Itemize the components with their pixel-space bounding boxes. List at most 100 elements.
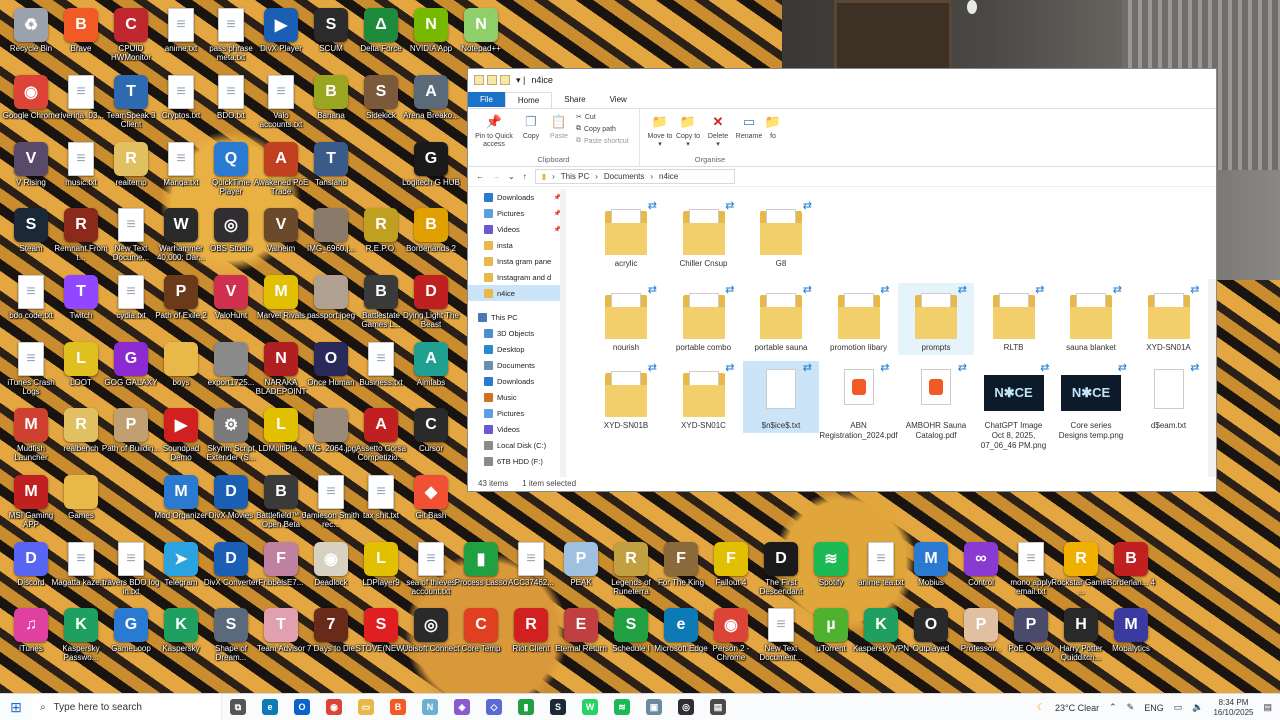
desktop-icon-realtemp[interactable]: Rrealtemp — [105, 142, 157, 206]
desktop-icon-valo-accounts-txt[interactable]: ≡ Valo accounts.txt — [255, 75, 307, 139]
paste-button[interactable]: 📋 Paste — [546, 113, 572, 141]
desktop-icon-ldmultipla[interactable]: L LDMultiPla... — [255, 408, 307, 472]
desktop-icon-games[interactable]: Games — [55, 475, 107, 539]
nav-item-6tb-hdd-f[interactable]: 6TB HDD (F:) — [468, 453, 565, 469]
desktop-icon-path-of-exile-2[interactable]: P Path of Exile 2 — [155, 275, 207, 339]
qat-dropdown-icon[interactable]: ▾ | — [516, 75, 525, 86]
file-item-xyd-sn01b[interactable]: ⇄ XYD-SN01B — [588, 361, 664, 433]
forward-arrow-icon[interactable]: → — [492, 172, 500, 181]
taskbar-teams[interactable]: ◇ — [478, 694, 510, 720]
desktop-icon-img-2064-jpg[interactable]: IMG_2064.jpg — [305, 408, 357, 472]
copy-button[interactable]: ❐ Copy — [518, 113, 544, 141]
taskbar-copilot[interactable]: ◈ — [446, 694, 478, 720]
desktop-icon-ubisoft-connect[interactable]: ◎ Ubisoft Connect — [403, 608, 459, 672]
nav-item-downloads[interactable]: Downloads — [468, 373, 565, 389]
nav-item-pictures[interactable]: Pictures 📌 — [468, 205, 565, 221]
nav-item-pictures[interactable]: Pictures — [468, 405, 565, 421]
desktop-icon-shape-of-dream[interactable]: S Shape of Dream... — [205, 608, 257, 672]
desktop-icon-arena-breako[interactable]: A Arena Breako... — [403, 75, 459, 139]
desktop-icon-mod-organizer[interactable]: M Mod Organizer — [155, 475, 207, 539]
taskbar-edge[interactable]: e — [254, 694, 286, 720]
desktop-icon-divx-converter[interactable]: D DivX Converter — [204, 542, 258, 606]
breadcrumb-this-pc[interactable]: This PC — [561, 172, 589, 181]
chevron-up-icon[interactable]: ⌃ — [1109, 702, 1117, 713]
desktop-icon-stove-new[interactable]: S STOVE(NEW) — [355, 608, 407, 672]
desktop-icon-bdo-code-txt[interactable]: ≡ bdo code.txt — [5, 275, 57, 339]
desktop-icon-harry-potter-quidditch[interactable]: H Harry Potter Quidditch... — [1055, 608, 1107, 672]
desktop-icon-ldplayer9[interactable]: L LDPlayer9 — [355, 542, 407, 606]
nav-item-insta[interactable]: insta — [468, 237, 565, 253]
taskbar-task-view[interactable]: ⧉ — [222, 694, 254, 720]
tab-share[interactable]: Share — [552, 92, 597, 107]
desktop-icon-teamspeak-3-client[interactable]: T TeamSpeak 3 Client — [105, 75, 157, 139]
breadcrumb-n4ice[interactable]: n4ice — [659, 172, 678, 181]
desktop-icon-fallout-4[interactable]: F Fallout 4 — [705, 542, 757, 606]
desktop-icon-remnant-from-t[interactable]: R Remnant From t... — [54, 208, 108, 272]
desktop-icon-telegram[interactable]: ➤ Telegram — [155, 542, 207, 606]
desktop-icon-sea-of-thieves-account-txt[interactable]: ≡ sea of thieves account.txt — [405, 542, 457, 606]
desktop-icon-pass-phrase-meta-txt[interactable]: ≡ pass phrase meta.txt — [205, 8, 257, 72]
desktop-icon-legends-of-runeterra[interactable]: R Legends of Runeterra — [605, 542, 657, 606]
nav-item-music[interactable]: Music — [468, 389, 565, 405]
file-item-xyd-sn01a[interactable]: ⇄ XYD-SN01A — [1131, 283, 1207, 355]
file-item-ambohr-sauna-catalog-pdf[interactable]: ⇄ AMBOHR Sauna Catalog.pdf — [898, 361, 974, 443]
taskbar-whatsapp[interactable]: W — [574, 694, 606, 720]
file-item-xyd-sn01c[interactable]: ⇄ XYD-SN01C — [666, 361, 742, 433]
content-scrollbar[interactable] — [1208, 279, 1216, 477]
file-item-chiller-cnsup[interactable]: ⇄ Chiller Cnsup — [666, 199, 742, 271]
desktop-icon-brave[interactable]: B Brave — [55, 8, 107, 72]
desktop-icon-cryptos-txt[interactable]: ≡ Cryptos.txt — [155, 75, 207, 139]
back-arrow-icon[interactable]: ← — [476, 172, 484, 181]
file-item-portable-sauna[interactable]: ⇄ portable sauna — [743, 283, 819, 355]
desktop-icon-delta-force[interactable]: Δ Delta Force — [355, 8, 407, 72]
desktop-icon-tax-shit-txt[interactable]: ≡ tax shit.txt — [355, 475, 407, 539]
desktop-icon-boys[interactable]: boys — [155, 342, 207, 406]
desktop-icon-skyrim-script-extender-s[interactable]: ⚙ Skyrim Script Extender (S... — [205, 408, 257, 472]
taskbar-process-lasso[interactable]: ▮ — [510, 694, 542, 720]
weather-text[interactable]: 23°C Clear — [1055, 703, 1099, 713]
taskbar-spotify[interactable]: ≋ — [606, 694, 638, 720]
weather-icon[interactable]: ☾ — [1037, 702, 1045, 713]
desktop-icon-aimlabs[interactable]: A Aimlabs — [405, 342, 457, 406]
desktop-icon-export1725[interactable]: export1725... — [205, 342, 257, 406]
nav-item-this-pc[interactable]: This PC — [468, 309, 565, 325]
desktop-icon-kaspersky[interactable]: K Kaspersky — [155, 608, 207, 672]
desktop-icon-cursor[interactable]: C Cursor — [405, 408, 457, 472]
taskbar-brave[interactable]: B — [382, 694, 414, 720]
desktop-icon-microsoft-edge[interactable]: e Microsoft Edge — [654, 608, 708, 672]
nav-item-documents[interactable]: Documents — [468, 357, 565, 373]
delete-button[interactable]: ✕ Delete ▾ — [704, 113, 732, 149]
desktop-icon-anime-txt[interactable]: ≡ anime.txt — [155, 8, 207, 72]
desktop-icon-poe-overlay[interactable]: P PoE Overlay — [1005, 608, 1057, 672]
desktop-icon-fribbelse7[interactable]: F FribbelsE7... — [255, 542, 307, 606]
desktop-icon-assetto-corsa-competizio[interactable]: A Assetto Corsa Competizio... — [355, 408, 407, 472]
desktop-icon-notepad[interactable]: N Notepad++ — [455, 8, 507, 72]
desktop-icon-torrent[interactable]: µ µTorrent — [805, 608, 857, 672]
move-to-button[interactable]: 📁 Move to ▾ — [646, 113, 674, 149]
desktop-icon-control[interactable]: ∞ Control — [955, 542, 1007, 606]
desktop-icon-team-advisor[interactable]: T Team Advisor — [255, 608, 307, 672]
desktop-icon-mobalytics[interactable]: M Mobalytics — [1105, 608, 1157, 672]
tab-home[interactable]: Home — [504, 91, 553, 108]
up-arrow-icon[interactable]: ↑ — [523, 172, 527, 181]
desktop-icon-for-the-king[interactable]: F For The King — [655, 542, 707, 606]
desktop-icon-dying-light-the-beast[interactable]: D Dying Light The Beast — [403, 275, 459, 339]
desktop-icon-itunes-crash-logs[interactable]: ≡ iTunes Crash Logs — [5, 342, 57, 406]
new-folder-button[interactable]: 📁 fo — [766, 113, 780, 141]
cut-button[interactable]: ✂ Cut — [576, 113, 596, 122]
desktop-icon-deadlock[interactable]: ◉ Deadlock — [305, 542, 357, 606]
nav-item-downloads[interactable]: Downloads 📌 — [468, 189, 565, 205]
desktop-icon-borderlands-2[interactable]: B Borderlands 2 — [405, 208, 457, 272]
file-item-d-eam-txt[interactable]: ⇄ d$eam.txt — [1131, 361, 1207, 433]
desktop-icon-divx-movies[interactable]: D DivX Movies — [205, 475, 257, 539]
desktop-icon-bdo-txt[interactable]: ≡ BDO.txt — [205, 75, 257, 139]
taskbar-search[interactable]: ⌕ Type here to search — [32, 693, 222, 720]
nav-item-videos[interactable]: Videos 📌 — [468, 221, 565, 237]
desktop-icon-discord[interactable]: D Discord — [5, 542, 57, 606]
desktop-icon-v-rising[interactable]: VV Rising — [5, 142, 57, 206]
desktop-icon-cydia-txt[interactable]: ≡ cydia.txt — [105, 275, 157, 339]
network-icon[interactable]: ▭ — [1174, 702, 1183, 713]
desktop-icon-logitech-g-hub[interactable]: G Logitech G HUB — [402, 142, 460, 206]
desktop-icon-new-text-docume[interactable]: ≡ New Text Docume... — [105, 208, 157, 272]
desktop-icon-img-6960-j[interactable]: IMG_6960.j... — [305, 208, 357, 272]
